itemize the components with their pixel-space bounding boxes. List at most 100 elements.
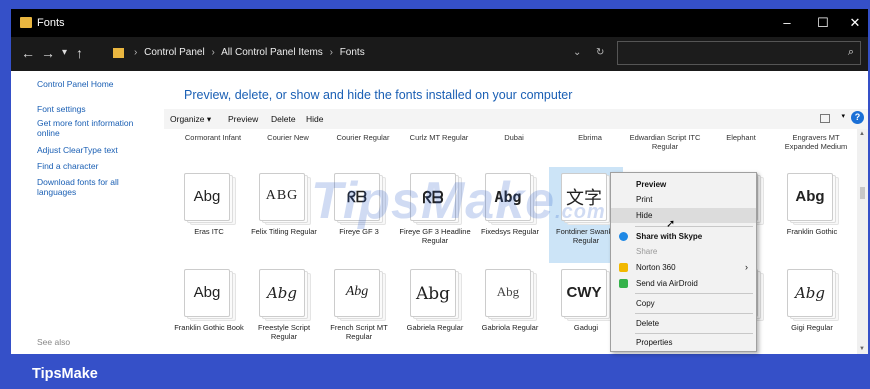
font-sample: Abg	[794, 284, 826, 302]
skype-icon	[619, 232, 628, 241]
font-sample: Abg	[266, 284, 298, 302]
font-sample: ABG	[265, 188, 299, 203]
scroll-down-icon[interactable]: ▼	[859, 346, 865, 352]
search-input[interactable]: ⌕	[617, 41, 861, 65]
see-also-label: See also	[37, 337, 71, 347]
menu-item-print[interactable]: Print	[611, 192, 756, 207]
change-view-icon[interactable]	[820, 114, 830, 123]
sidebar-item-cleartype[interactable]: Adjust ClearType text	[37, 145, 152, 155]
font-tile-french-script[interactable]: Abg French Script MT Regular	[322, 263, 396, 354]
font-label-top[interactable]: Courier New	[251, 133, 325, 142]
search-icon: ⌕	[847, 46, 854, 58]
refresh-button[interactable]: ↻	[596, 41, 604, 65]
submenu-arrow-icon: ›	[745, 262, 748, 272]
font-tile-gigi[interactable]: Abg Gigi Regular	[775, 263, 849, 354]
minimize-button[interactable]: –	[771, 9, 803, 37]
font-label-top[interactable]: Engravers MT Expanded Medium	[779, 133, 853, 151]
forward-button[interactable]: →	[41, 45, 55, 61]
menu-item-norton[interactable]: Norton 360 ›	[611, 260, 756, 275]
font-name: Franklin Gothic Book	[174, 323, 244, 332]
menu-item-properties[interactable]: Properties	[611, 335, 756, 350]
sidebar-item-find-character[interactable]: Find a character	[37, 161, 152, 171]
close-button[interactable]: ✕	[839, 9, 868, 37]
font-name: Gabriola Regular	[481, 323, 539, 332]
sidebar-item-control-panel-home[interactable]: Control Panel Home	[37, 79, 152, 89]
mouse-cursor-icon: ➚	[666, 218, 676, 230]
font-label-top[interactable]: Edwardian Script ITC Regular	[628, 133, 702, 151]
help-icon[interactable]: ?	[851, 111, 864, 124]
menu-item-copy[interactable]: Copy	[611, 296, 756, 311]
font-file-icon: Abg	[259, 269, 311, 321]
font-name: Franklin Gothic	[786, 227, 838, 236]
font-label-top[interactable]: Elephant	[704, 133, 778, 142]
font-file-icon: ABG	[259, 173, 311, 225]
menu-item-share: Share	[636, 247, 658, 256]
font-name: Felix Titling Regular	[251, 227, 317, 236]
font-name: French Script MT Regular	[330, 323, 388, 341]
font-label-top[interactable]: Dubai	[477, 133, 551, 142]
recent-locations-button[interactable]: ▾	[62, 45, 67, 61]
window-title: Fonts	[37, 17, 65, 29]
address-bar[interactable]: › Control Panel › All Control Panel Item…	[113, 41, 611, 65]
breadcrumb-all-items[interactable]: All Control Panel Items	[221, 47, 323, 58]
font-label-top[interactable]: Courier Regular	[326, 133, 400, 142]
norton-icon	[619, 263, 628, 272]
font-label-top[interactable]: Ebrima	[553, 133, 627, 142]
font-sample: Abg	[496, 284, 520, 299]
font-tile-felix-titling[interactable]: ABG Felix Titling Regular	[247, 167, 321, 263]
title-bar: Fonts – ☐ ✕	[11, 9, 868, 37]
font-tile-franklin-gothic-book[interactable]: Abg Franklin Gothic Book	[172, 263, 246, 354]
hide-button[interactable]: Hide	[306, 114, 323, 124]
vertical-scrollbar[interactable]: ▲ ▼	[857, 129, 868, 354]
font-file-icon: Abg	[184, 173, 236, 225]
font-tile-freestyle-script[interactable]: Abg Freestyle Script Regular	[247, 263, 321, 354]
folder-icon	[20, 17, 32, 28]
font-sample: CWY	[566, 284, 602, 301]
menu-item-airdroid[interactable]: Send via AirDroid	[611, 276, 756, 291]
delete-button[interactable]: Delete	[271, 114, 296, 124]
menu-item-label: Send via AirDroid	[636, 279, 698, 288]
address-dropdown-button[interactable]: ⌄	[573, 41, 581, 65]
sidebar-item-font-settings[interactable]: Font settings	[37, 104, 152, 114]
address-toolbar: ← → ▾ ↑ › Control Panel › All Control Pa…	[11, 37, 868, 71]
font-file-icon: Abg	[485, 269, 537, 321]
watermark-text: TipsMake	[311, 172, 556, 230]
organize-button[interactable]: Organize ▾	[170, 114, 211, 125]
scroll-up-icon[interactable]: ▲	[859, 131, 865, 137]
font-label-top[interactable]: Curlz MT Regular	[402, 133, 476, 142]
font-name: Freestyle Script Regular	[257, 323, 311, 341]
breadcrumb-control-panel[interactable]: Control Panel	[144, 47, 205, 58]
view-dropdown-button[interactable]: ▾	[841, 112, 845, 120]
breadcrumb-fonts[interactable]: Fonts	[340, 47, 365, 58]
menu-item-hide[interactable]: Hide	[611, 208, 756, 223]
font-tile-franklin-gothic[interactable]: Abg Franklin Gothic	[775, 167, 849, 263]
menu-separator	[635, 313, 753, 314]
font-file-icon: Abg	[410, 269, 462, 321]
menu-item-share-skype[interactable]: Share with Skype	[611, 229, 756, 244]
maximize-button[interactable]: ☐	[807, 9, 839, 37]
font-name: Gigi Regular	[791, 323, 833, 332]
font-name: Eras ITC	[194, 227, 224, 236]
menu-item-label: Share with Skype	[636, 232, 703, 241]
preview-button[interactable]: Preview	[228, 114, 258, 124]
font-tile-gabriela[interactable]: Abg Gabriela Regular	[398, 263, 472, 354]
font-label-top[interactable]: Cormorant Infant	[176, 133, 250, 142]
up-button[interactable]: ↑	[76, 45, 83, 61]
font-file-icon: Abg	[184, 269, 236, 321]
font-tile-eras-itc[interactable]: Abg Eras ITC	[172, 167, 246, 263]
watermark-suffix: .com	[555, 201, 606, 223]
back-button[interactable]: ←	[21, 45, 35, 61]
breadcrumb-separator: ›	[329, 47, 333, 58]
sidebar-item-more-font-info[interactable]: Get more font information online	[37, 118, 152, 138]
scroll-thumb[interactable]	[860, 187, 865, 199]
menu-item-preview[interactable]: Preview	[611, 177, 756, 192]
menu-separator	[635, 226, 753, 227]
menu-item-delete[interactable]: Delete	[611, 316, 756, 331]
font-name: Gabriela Regular	[406, 323, 464, 332]
menu-separator	[635, 293, 753, 294]
font-tile-gabriola[interactable]: Abg Gabriola Regular	[473, 263, 547, 354]
font-file-icon: Abg	[334, 269, 386, 321]
font-sample: Abg	[193, 188, 221, 205]
sidebar-item-download-fonts[interactable]: Download fonts for all languages	[37, 177, 152, 197]
screenshot-frame: Fonts – ☐ ✕ ← → ▾ ↑ › Control Panel › Al…	[0, 0, 870, 389]
